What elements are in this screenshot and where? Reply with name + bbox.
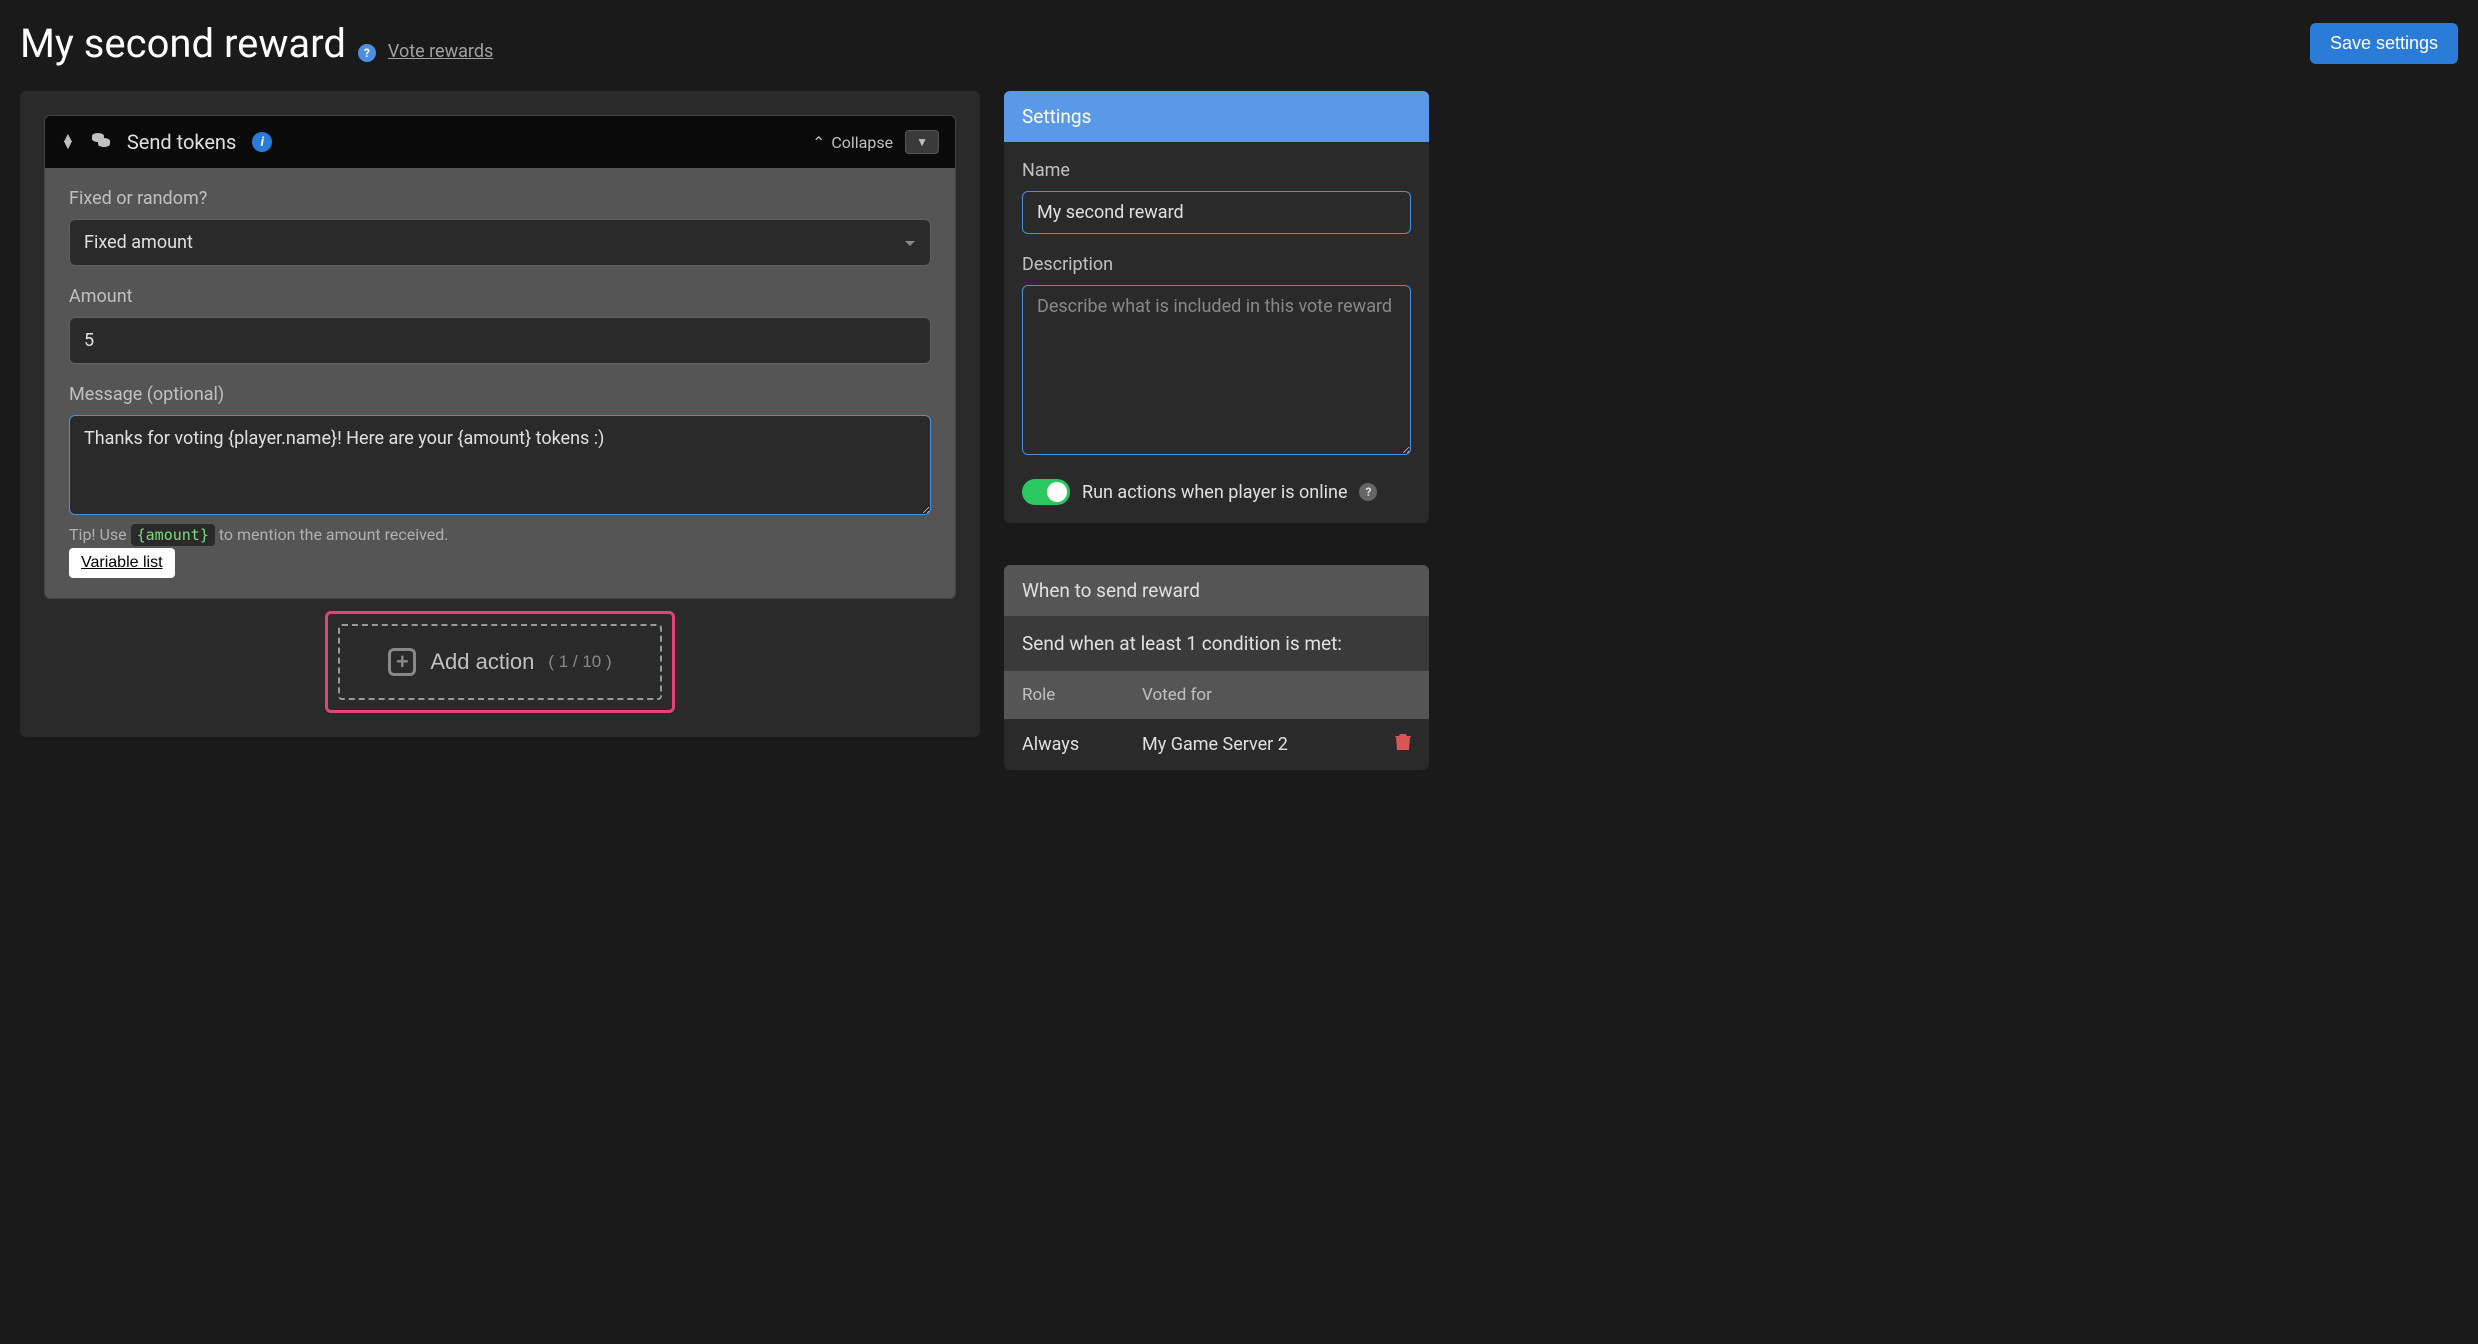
fixed-or-random-label: Fixed or random?	[69, 188, 931, 209]
add-action-count: ( 1 / 10 )	[548, 652, 611, 672]
message-textarea[interactable]: Thanks for voting {player.name}! Here ar…	[69, 415, 931, 515]
page-title: My second reward	[20, 20, 346, 67]
settings-panel: Settings Name Description Run actions wh…	[1004, 91, 1429, 523]
collapse-button[interactable]: ⌃ Collapse	[812, 133, 893, 152]
name-label: Name	[1022, 160, 1411, 181]
amount-input[interactable]	[69, 317, 931, 364]
chevron-up-icon: ⌃	[812, 133, 825, 152]
description-textarea[interactable]	[1022, 285, 1411, 455]
help-icon[interactable]: ?	[358, 44, 376, 62]
trash-icon[interactable]	[1395, 733, 1411, 756]
conditions-panel: When to send reward Send when at least 1…	[1004, 565, 1429, 770]
coins-icon	[91, 131, 111, 154]
table-header-role: Role	[1022, 685, 1142, 705]
amount-label: Amount	[69, 286, 931, 307]
fixed-or-random-select[interactable]: Fixed amount	[69, 219, 931, 266]
drag-handle-icon[interactable]: ▲▼	[61, 135, 75, 149]
message-label: Message (optional)	[69, 384, 931, 405]
conditions-subheader: Send when at least 1 condition is met:	[1004, 616, 1429, 671]
header-left: My second reward ? Vote rewards	[20, 20, 493, 67]
variable-list-button[interactable]: Variable list	[69, 548, 175, 578]
conditions-header: When to send reward	[1004, 565, 1429, 616]
description-label: Description	[1022, 254, 1411, 275]
run-actions-toggle[interactable]	[1022, 479, 1070, 505]
name-input[interactable]	[1022, 191, 1411, 234]
action-menu-dropdown[interactable]: ▼	[905, 130, 939, 154]
action-title: Send tokens	[127, 130, 236, 154]
table-row: Always My Game Server 2	[1004, 719, 1429, 770]
actions-panel: ▲▼ Send tokens i ⌃ Collapse ▼	[20, 91, 980, 737]
info-icon[interactable]: i	[252, 132, 272, 152]
breadcrumb-link[interactable]: Vote rewards	[388, 41, 493, 62]
row-role: Always	[1022, 734, 1142, 755]
conditions-table-header: Role Voted for	[1004, 671, 1429, 719]
plus-icon: +	[388, 648, 416, 676]
table-header-voted-for: Voted for	[1142, 685, 1411, 705]
save-settings-button[interactable]: Save settings	[2310, 23, 2458, 64]
help-icon[interactable]: ?	[1359, 483, 1377, 501]
action-card-send-tokens: ▲▼ Send tokens i ⌃ Collapse ▼	[44, 115, 956, 599]
add-action-button[interactable]: + Add action ( 1 / 10 )	[338, 624, 661, 700]
add-action-highlight: + Add action ( 1 / 10 )	[325, 611, 674, 713]
row-voted-for: My Game Server 2	[1142, 734, 1395, 755]
run-actions-label: Run actions when player is online	[1082, 482, 1347, 503]
settings-header: Settings	[1004, 91, 1429, 142]
tip-text: Tip! Use {amount} to mention the amount …	[69, 525, 931, 544]
